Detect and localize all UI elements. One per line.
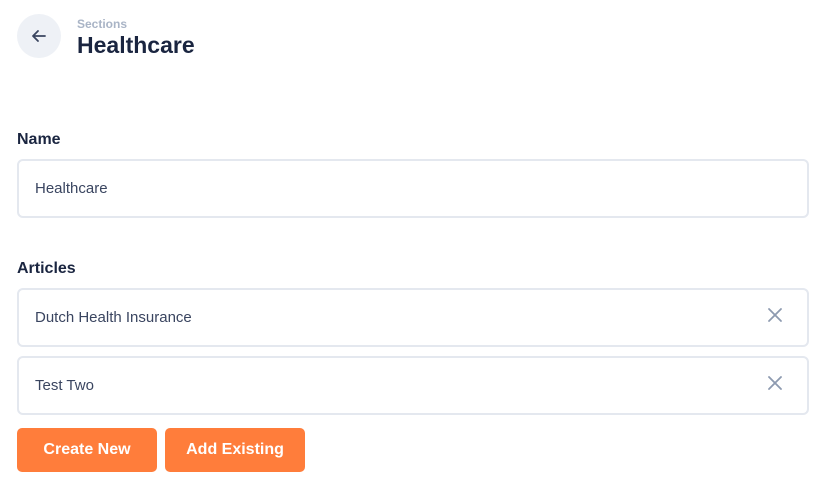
article-item: Test Two <box>17 356 809 415</box>
name-field[interactable] <box>35 180 785 197</box>
arrow-left-icon <box>30 27 48 45</box>
section-edit-page: Sections Healthcare Name Articles Dutch … <box>0 0 839 488</box>
article-actions: Create New Add Existing <box>17 428 305 472</box>
remove-article-button[interactable] <box>765 308 785 328</box>
close-icon <box>767 375 783 396</box>
article-item: Dutch Health Insurance <box>17 288 809 347</box>
articles-label: Articles <box>17 260 76 277</box>
breadcrumb[interactable]: Sections <box>77 17 195 31</box>
name-field-wrapper <box>17 159 809 218</box>
name-label: Name <box>17 131 61 148</box>
article-title: Test Two <box>35 377 94 394</box>
page-title: Healthcare <box>77 31 195 58</box>
header-titles: Sections Healthcare <box>77 15 195 58</box>
create-new-button[interactable]: Create New <box>17 428 157 472</box>
article-title: Dutch Health Insurance <box>35 309 192 326</box>
back-button[interactable] <box>17 14 61 58</box>
add-existing-button[interactable]: Add Existing <box>165 428 305 472</box>
page-header: Sections Healthcare <box>17 14 195 58</box>
close-icon <box>767 307 783 328</box>
remove-article-button[interactable] <box>765 376 785 396</box>
